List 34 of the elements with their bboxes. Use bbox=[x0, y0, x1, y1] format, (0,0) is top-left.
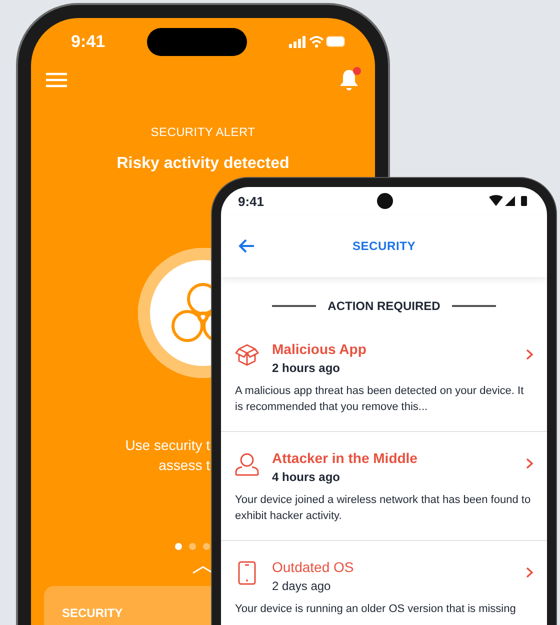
alert-time: 2 hours ago bbox=[272, 360, 342, 377]
alert-description: Your device joined a wireless network that has been found to exhibit hacker activity. bbox=[235, 493, 532, 524]
page-dot[interactable] bbox=[189, 543, 196, 550]
alert-description: assess t bbox=[158, 456, 210, 475]
page-dot[interactable] bbox=[175, 543, 182, 550]
alert-time: 2 days ago bbox=[272, 578, 332, 595]
panel-title: SECURITY bbox=[62, 606, 123, 620]
status-icons bbox=[289, 35, 347, 49]
status-time: 9:41 bbox=[71, 32, 106, 52]
alert-title[interactable]: Outdated OS bbox=[272, 557, 513, 577]
alert-description: Use security t bbox=[124, 436, 210, 455]
alert-description: Your device is running an older OS version that is missing bbox=[235, 602, 517, 617]
chevron-right-icon[interactable] bbox=[526, 567, 533, 578]
bell-icon[interactable] bbox=[339, 69, 359, 91]
back-arrow-icon[interactable] bbox=[238, 239, 255, 253]
person-icon bbox=[235, 452, 259, 476]
alert-description: A malicious app threat has been detected on your device. It is recommended that you remove this... bbox=[235, 384, 525, 415]
screen-title: SECURITY bbox=[352, 239, 416, 253]
biohazard-icon bbox=[171, 283, 212, 343]
chevron-up-icon[interactable] bbox=[192, 566, 214, 574]
menu-icon[interactable] bbox=[46, 72, 67, 88]
chevron-right-icon[interactable] bbox=[526, 458, 533, 469]
alert-label: SECURITY ALERT bbox=[150, 124, 256, 140]
alert-title: Risky activity detected bbox=[116, 154, 290, 174]
alert-title[interactable]: Attacker in the Middle bbox=[272, 448, 513, 468]
alert-title[interactable]: Malicious App bbox=[272, 339, 513, 359]
alert-time: 4 hours ago bbox=[272, 469, 342, 486]
chevron-right-icon[interactable] bbox=[526, 349, 533, 360]
status-icons bbox=[489, 195, 529, 207]
page-dot[interactable] bbox=[203, 543, 210, 550]
status-time: 9:41 bbox=[238, 194, 264, 208]
box-icon bbox=[235, 343, 259, 367]
section-title: ACTION REQUIRED bbox=[328, 299, 440, 313]
camera-hole bbox=[376, 193, 393, 209]
